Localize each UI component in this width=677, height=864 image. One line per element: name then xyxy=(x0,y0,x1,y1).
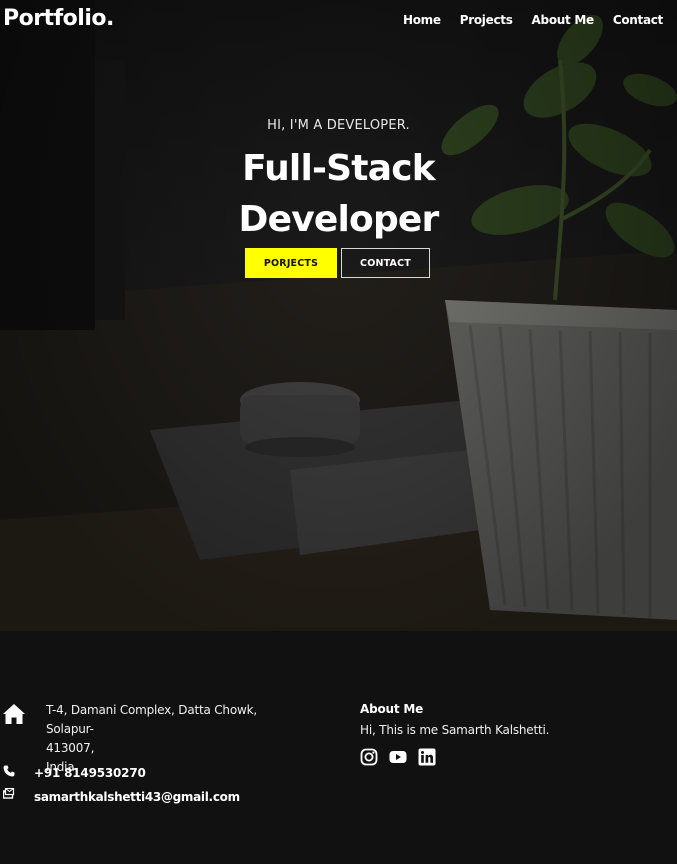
about-heading: About Me xyxy=(360,702,424,716)
nav-link-about-me[interactable]: About Me xyxy=(532,13,595,27)
phone-number[interactable]: +91 8149530270 xyxy=(34,766,146,780)
nav-links: Home Projects About Me Contact xyxy=(403,13,663,27)
hero-content: HI, I'M A DEVELOPER. Full-Stack Develope… xyxy=(0,118,677,278)
footer: T-4, Damani Complex, Datta Chowk, Solapu… xyxy=(0,631,677,864)
youtube-icon[interactable] xyxy=(389,748,407,766)
site-logo[interactable]: Portfolio. xyxy=(3,6,114,31)
address-line-1: T-4, Damani Complex, Datta Chowk, Solapu… xyxy=(46,703,257,736)
hero-section: Portfolio. Home Projects About Me Contac… xyxy=(0,0,677,631)
hero-title-line-1: Full-Stack xyxy=(242,148,436,189)
linkedin-icon[interactable] xyxy=(418,748,436,766)
about-text: Hi, This is me Samarth Kalshetti. xyxy=(360,723,550,737)
mail-icon xyxy=(3,788,15,799)
hero-title: Full-Stack Developer xyxy=(0,143,677,245)
projects-button[interactable]: PORJECTS xyxy=(245,248,337,278)
email-link[interactable]: samarthkalshetti43@gmail.com xyxy=(34,790,240,804)
navbar: Portfolio. Home Projects About Me Contac… xyxy=(0,0,677,42)
hero-kicker: HI, I'M A DEVELOPER. xyxy=(267,118,410,133)
address-line-2: 413007, xyxy=(46,741,95,755)
hero-buttons: PORJECTS CONTACT xyxy=(245,248,430,278)
hero-overlay xyxy=(0,0,677,631)
phone-icon xyxy=(3,765,15,777)
nav-link-contact[interactable]: Contact xyxy=(613,13,663,27)
nav-link-projects[interactable]: Projects xyxy=(460,13,513,27)
nav-link-home[interactable]: Home xyxy=(403,13,441,27)
social-links xyxy=(360,748,436,766)
hero-title-line-2: Developer xyxy=(238,199,440,240)
instagram-icon[interactable] xyxy=(360,748,378,766)
contact-button[interactable]: CONTACT xyxy=(341,248,430,278)
home-icon xyxy=(3,704,25,724)
